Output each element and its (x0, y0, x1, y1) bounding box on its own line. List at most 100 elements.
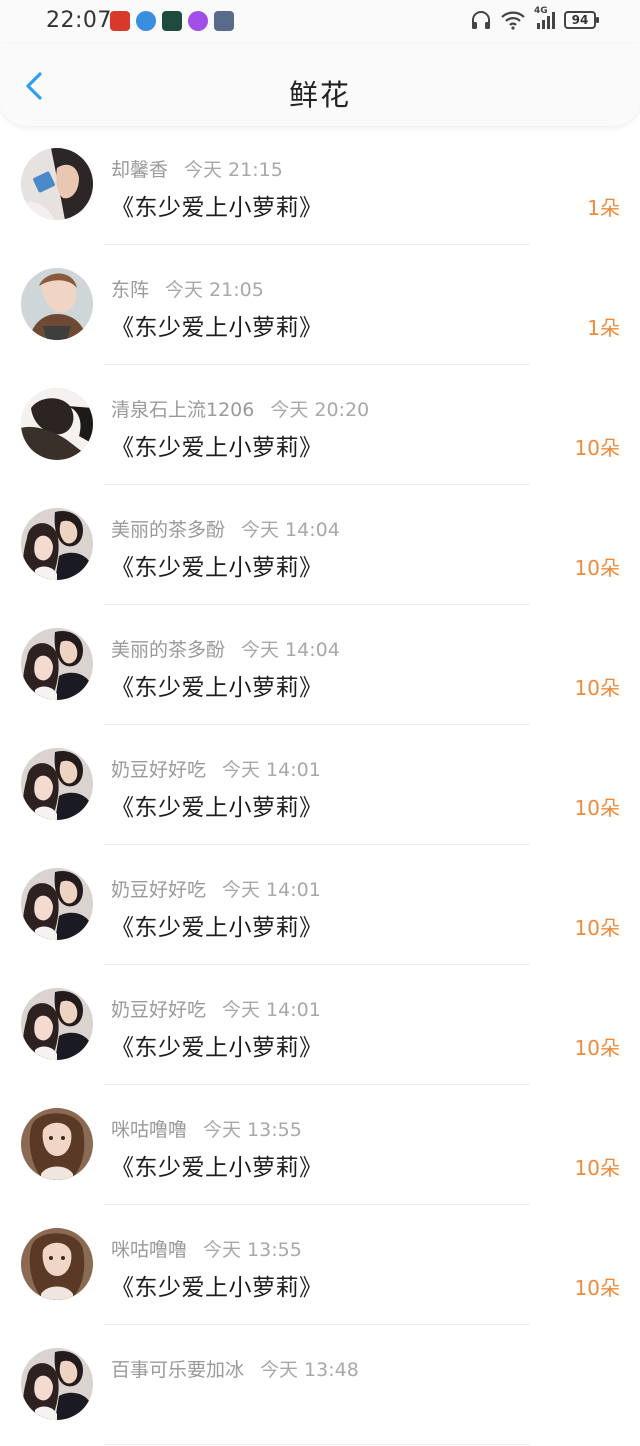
avatar[interactable] (21, 628, 93, 700)
divider (104, 244, 530, 245)
header-bar: 鲜花 (0, 44, 640, 126)
book-title: 《东少爱上小萝莉》 (111, 1275, 323, 1301)
divider (104, 1084, 530, 1085)
avatar[interactable] (21, 1228, 93, 1300)
divider (104, 1204, 530, 1205)
flower-count: 10朵 (574, 436, 620, 460)
item-meta: 清泉石上流1206 今天 20:20 (111, 395, 369, 422)
status-app-icons (110, 11, 234, 31)
battery-icon: 94 (564, 11, 599, 29)
game-app-icon (110, 11, 130, 31)
item-meta: 美丽的茶多酚 今天 14:04 (111, 635, 340, 662)
divider (104, 1444, 530, 1445)
username[interactable]: 却馨香 (111, 159, 168, 181)
wifi-icon (501, 11, 525, 30)
avatar[interactable] (21, 388, 93, 460)
list-item[interactable]: 咪咕噜噜 今天 13:55 《东少爱上小萝莉》 10朵 (0, 1206, 640, 1326)
username[interactable]: 奶豆好好吃 (111, 759, 206, 781)
username[interactable]: 咪咕噜噜 (111, 1239, 187, 1261)
username[interactable]: 清泉石上流1206 (111, 399, 254, 421)
book-title: 《东少爱上小萝莉》 (111, 795, 323, 821)
timestamp: 今天 13:48 (260, 1359, 359, 1381)
flower-count: 10朵 (574, 1036, 620, 1060)
book-title: 《东少爱上小萝莉》 (111, 1155, 323, 1181)
item-meta: 百事可乐要加冰 今天 13:48 (111, 1355, 359, 1382)
status-time: 22:07 (46, 8, 112, 33)
battery-level: 94 (571, 13, 589, 27)
timestamp: 今天 21:15 (184, 159, 283, 181)
headphones-icon (472, 11, 490, 29)
map-app-icon (162, 11, 182, 31)
divider (104, 724, 530, 725)
list-item[interactable]: 百事可乐要加冰 今天 13:48 (0, 1326, 640, 1446)
item-meta: 咪咕噜噜 今天 13:55 (111, 1235, 302, 1262)
username[interactable]: 东阵 (111, 279, 149, 301)
divider (104, 1324, 530, 1325)
list-item[interactable]: 咪咕噜噜 今天 13:55 《东少爱上小萝莉》 10朵 (0, 1086, 640, 1206)
item-meta: 咪咕噜噜 今天 13:55 (111, 1115, 302, 1142)
item-meta: 却馨香 今天 21:15 (111, 155, 283, 182)
flower-count: 10朵 (574, 1276, 620, 1300)
flower-count: 10朵 (574, 1156, 620, 1180)
item-meta: 奶豆好好吃 今天 14:01 (111, 755, 321, 782)
username[interactable]: 美丽的茶多酚 (111, 639, 225, 661)
item-meta: 东阵 今天 21:05 (111, 275, 264, 302)
flower-list: 却馨香 今天 21:15 《东少爱上小萝莉》 1朵 东阵 今天 21:05 《东少爱上小萝莉… (0, 126, 640, 1446)
divider (104, 484, 530, 485)
page-title: 鲜花 (288, 78, 351, 112)
avatar[interactable] (21, 1348, 93, 1420)
item-meta: 美丽的茶多酚 今天 14:04 (111, 515, 340, 542)
username[interactable]: 奶豆好好吃 (111, 999, 206, 1021)
avatar[interactable] (21, 148, 93, 220)
list-item[interactable]: 奶豆好好吃 今天 14:01 《东少爱上小萝莉》 10朵 (0, 966, 640, 1086)
divider (104, 604, 530, 605)
book-title: 《东少爱上小萝莉》 (111, 1035, 323, 1061)
book-title: 《东少爱上小萝莉》 (111, 195, 323, 221)
username[interactable]: 奶豆好好吃 (111, 879, 206, 901)
avatar[interactable] (21, 988, 93, 1060)
divider (104, 964, 530, 965)
list-item[interactable]: 奶豆好好吃 今天 14:01 《东少爱上小萝莉》 10朵 (0, 726, 640, 846)
timestamp: 今天 14:01 (222, 759, 321, 781)
book-title: 《东少爱上小萝莉》 (111, 435, 323, 461)
book-title: 《东少爱上小萝莉》 (111, 315, 323, 341)
item-meta: 奶豆好好吃 今天 14:01 (111, 995, 321, 1022)
avatar[interactable] (21, 1108, 93, 1180)
signal-icon: 4G (534, 6, 556, 30)
flower-count: 10朵 (574, 556, 620, 580)
divider (104, 364, 530, 365)
status-bar: 22:07 4G 94 (0, 0, 640, 44)
list-item[interactable]: 美丽的茶多酚 今天 14:04 《东少爱上小萝莉》 10朵 (0, 606, 640, 726)
book-title: 《东少爱上小萝莉》 (111, 915, 323, 941)
list-item[interactable]: 美丽的茶多酚 今天 14:04 《东少爱上小萝莉》 10朵 (0, 486, 640, 606)
status-indicators: 4G 94 (470, 6, 599, 30)
timestamp: 今天 14:04 (241, 639, 340, 661)
timestamp: 今天 14:04 (241, 519, 340, 541)
game-app-icon-2 (214, 11, 234, 31)
avatar[interactable] (21, 268, 93, 340)
flower-count: 10朵 (574, 916, 620, 940)
list-item[interactable]: 奶豆好好吃 今天 14:01 《东少爱上小萝莉》 10朵 (0, 846, 640, 966)
avatar[interactable] (21, 508, 93, 580)
username[interactable]: 百事可乐要加冰 (111, 1359, 244, 1381)
item-meta: 奶豆好好吃 今天 14:01 (111, 875, 321, 902)
timestamp: 今天 13:55 (203, 1239, 302, 1261)
music-app-icon (188, 11, 208, 31)
list-item[interactable]: 东阵 今天 21:05 《东少爱上小萝莉》 1朵 (0, 246, 640, 366)
list-item[interactable]: 却馨香 今天 21:15 《东少爱上小萝莉》 1朵 (0, 126, 640, 246)
book-title: 《东少爱上小萝莉》 (111, 675, 323, 701)
avatar[interactable] (21, 868, 93, 940)
flower-count: 1朵 (587, 196, 620, 220)
browser-app-icon (136, 11, 156, 31)
flower-count: 10朵 (574, 796, 620, 820)
flower-count: 10朵 (574, 676, 620, 700)
avatar[interactable] (21, 748, 93, 820)
book-title: 《东少爱上小萝莉》 (111, 555, 323, 581)
timestamp: 今天 21:05 (165, 279, 264, 301)
flower-count: 1朵 (587, 316, 620, 340)
divider (104, 844, 530, 845)
timestamp: 今天 14:01 (222, 879, 321, 901)
username[interactable]: 咪咕噜噜 (111, 1119, 187, 1141)
username[interactable]: 美丽的茶多酚 (111, 519, 225, 541)
list-item[interactable]: 清泉石上流1206 今天 20:20 《东少爱上小萝莉》 10朵 (0, 366, 640, 486)
